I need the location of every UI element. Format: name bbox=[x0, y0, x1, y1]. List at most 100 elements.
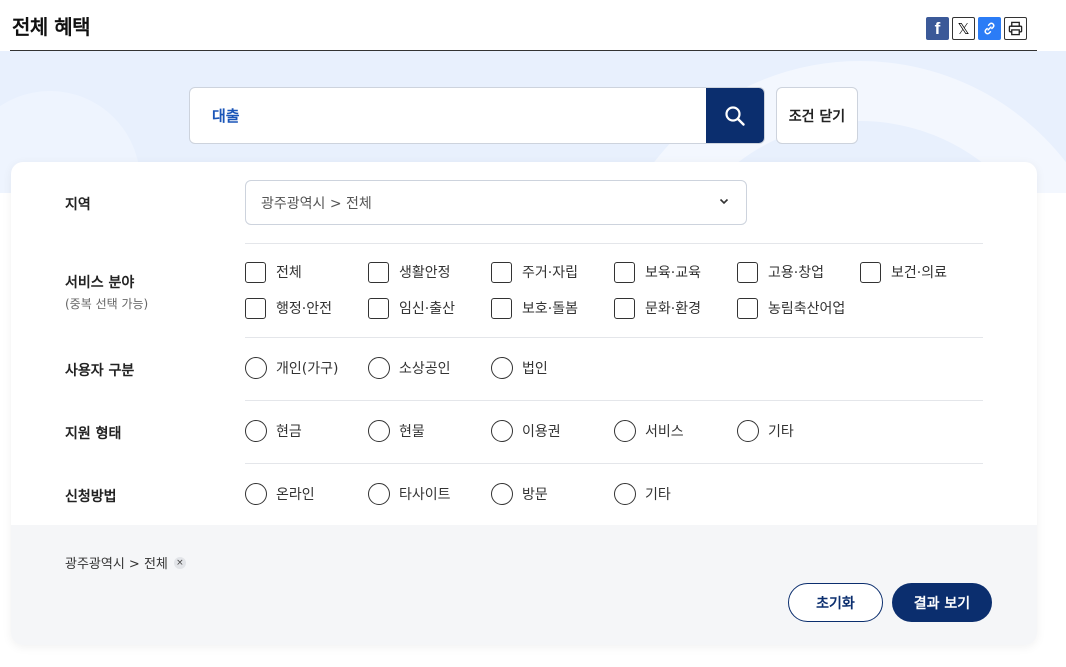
option-label: 보호·돌봄 bbox=[522, 301, 578, 317]
page-title: 전체 혜택 bbox=[12, 15, 91, 39]
radio[interactable] bbox=[614, 483, 636, 505]
service-option[interactable]: 보건·의료 bbox=[860, 261, 947, 283]
option-label: 서비스 bbox=[645, 424, 684, 440]
close-conditions-button[interactable]: 조건 닫기 bbox=[776, 87, 858, 144]
option-label: 현물 bbox=[399, 424, 425, 440]
option-label: 현금 bbox=[276, 424, 302, 440]
checkbox[interactable] bbox=[737, 297, 758, 319]
printer-svg bbox=[1008, 21, 1023, 36]
x-share-icon[interactable]: 𝕏 bbox=[952, 17, 975, 40]
service-option[interactable]: 고용·창업 bbox=[737, 261, 824, 283]
chip-label: 광주광역시 > 전체 bbox=[65, 557, 168, 572]
chip-remove-icon[interactable]: × bbox=[173, 556, 186, 569]
user-type-option[interactable]: 소상공인 bbox=[368, 357, 451, 379]
service-option[interactable]: 주거·자립 bbox=[491, 261, 578, 283]
checkbox[interactable] bbox=[860, 261, 881, 283]
radio[interactable] bbox=[245, 420, 267, 442]
user-type-option[interactable]: 개인(가구) bbox=[245, 357, 338, 379]
apply-method-option[interactable]: 타사이트 bbox=[368, 483, 451, 505]
print-icon[interactable] bbox=[1004, 17, 1027, 40]
support-type-option[interactable]: 이용권 bbox=[491, 420, 561, 442]
user-type-option[interactable]: 법인 bbox=[491, 357, 548, 379]
option-label: 방문 bbox=[522, 487, 548, 503]
service-sublabel: (중복 선택 가능) bbox=[65, 297, 149, 311]
option-label: 법인 bbox=[522, 361, 548, 377]
support-type-option[interactable]: 현물 bbox=[368, 420, 425, 442]
option-label: 타사이트 bbox=[399, 487, 451, 503]
search-button[interactable] bbox=[706, 88, 764, 143]
chevron-down-icon bbox=[718, 195, 730, 210]
service-option[interactable]: 생활안정 bbox=[368, 261, 451, 283]
row-divider bbox=[245, 463, 983, 464]
service-option[interactable]: 보육·교육 bbox=[614, 261, 701, 283]
service-option[interactable]: 문화·환경 bbox=[614, 297, 701, 319]
option-label: 임신·출산 bbox=[399, 301, 455, 317]
selected-filter-chip: 광주광역시 > 전체 × bbox=[65, 553, 186, 572]
checkbox[interactable] bbox=[491, 261, 512, 283]
option-label: 개인(가구) bbox=[276, 361, 339, 377]
view-results-button[interactable]: 결과 보기 bbox=[892, 583, 992, 622]
search-box bbox=[189, 87, 765, 144]
checkbox[interactable] bbox=[614, 297, 635, 319]
option-label: 이용권 bbox=[522, 424, 561, 440]
checkbox[interactable] bbox=[614, 261, 635, 283]
radio[interactable] bbox=[491, 483, 513, 505]
support-type-option[interactable]: 기타 bbox=[737, 420, 794, 442]
row-divider bbox=[245, 337, 983, 338]
filter-panel: 지역 광주광역시 > 전체 서비스 분야 (중복 선택 가능) 전체 생활안정 … bbox=[11, 162, 1037, 645]
user-type-label: 사용자 구분 bbox=[65, 363, 135, 379]
region-label: 지역 bbox=[65, 197, 91, 213]
apply-method-option[interactable]: 방문 bbox=[491, 483, 548, 505]
checkbox[interactable] bbox=[491, 297, 512, 319]
radio[interactable] bbox=[368, 420, 390, 442]
radio[interactable] bbox=[368, 483, 390, 505]
checkbox[interactable] bbox=[245, 297, 266, 319]
selected-filters-footer: 광주광역시 > 전체 × 초기화 결과 보기 bbox=[11, 525, 1037, 645]
option-label: 전체 bbox=[276, 265, 302, 281]
support-type-option[interactable]: 서비스 bbox=[614, 420, 684, 442]
radio[interactable] bbox=[491, 357, 513, 379]
service-option[interactable]: 행정·안전 bbox=[245, 297, 332, 319]
option-label: 고용·창업 bbox=[768, 265, 824, 281]
service-option[interactable]: 전체 bbox=[245, 261, 302, 283]
facebook-share-icon[interactable]: f bbox=[926, 17, 949, 40]
option-label: 기타 bbox=[768, 424, 794, 440]
row-divider bbox=[245, 243, 983, 244]
radio[interactable] bbox=[245, 483, 267, 505]
option-label: 보육·교육 bbox=[645, 265, 701, 281]
checkbox[interactable] bbox=[368, 261, 389, 283]
option-label: 농림축산어업 bbox=[768, 301, 846, 317]
option-label: 온라인 bbox=[276, 487, 315, 503]
region-selected-value: 광주광역시 > 전체 bbox=[261, 195, 372, 212]
option-label: 보건·의료 bbox=[891, 265, 947, 281]
reset-button[interactable]: 초기화 bbox=[788, 583, 883, 622]
apply-method-option[interactable]: 온라인 bbox=[245, 483, 315, 505]
apply-method-label: 신청방법 bbox=[65, 489, 117, 505]
service-option[interactable]: 임신·출산 bbox=[368, 297, 455, 319]
radio[interactable] bbox=[491, 420, 513, 442]
service-option[interactable]: 보호·돌봄 bbox=[491, 297, 578, 319]
option-label: 기타 bbox=[645, 487, 671, 503]
radio[interactable] bbox=[737, 420, 759, 442]
apply-method-option[interactable]: 기타 bbox=[614, 483, 671, 505]
service-label: 서비스 분야 bbox=[65, 275, 135, 291]
option-label: 생활안정 bbox=[399, 265, 451, 281]
search-icon bbox=[725, 105, 745, 126]
radio[interactable] bbox=[368, 357, 390, 379]
search-input[interactable] bbox=[190, 88, 708, 143]
support-type-label: 지원 형태 bbox=[65, 426, 122, 442]
link-icon-svg bbox=[984, 22, 995, 35]
link-copy-icon[interactable] bbox=[978, 17, 1001, 40]
checkbox[interactable] bbox=[245, 261, 266, 283]
region-select[interactable]: 광주광역시 > 전체 bbox=[245, 180, 747, 225]
option-label: 행정·안전 bbox=[276, 301, 332, 317]
service-option[interactable]: 농림축산어업 bbox=[737, 297, 845, 319]
checkbox[interactable] bbox=[368, 297, 389, 319]
radio[interactable] bbox=[614, 420, 636, 442]
option-label: 문화·환경 bbox=[645, 301, 701, 317]
option-label: 소상공인 bbox=[399, 361, 451, 377]
support-type-option[interactable]: 현금 bbox=[245, 420, 302, 442]
radio[interactable] bbox=[245, 357, 267, 379]
option-label: 주거·자립 bbox=[522, 265, 578, 281]
checkbox[interactable] bbox=[737, 261, 758, 283]
